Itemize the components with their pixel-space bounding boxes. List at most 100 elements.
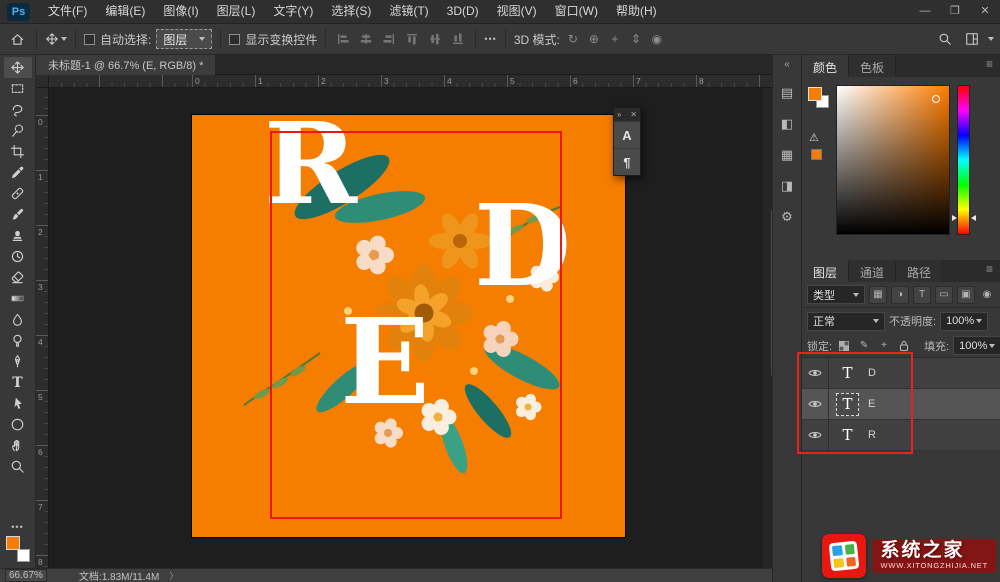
lock-image-pixels-icon[interactable]: ✎ xyxy=(856,338,872,354)
edit-toolbar-icon[interactable]: ••• xyxy=(11,522,23,532)
saturation-brightness-picker[interactable] xyxy=(836,85,950,235)
workspace-switcher-icon[interactable] xyxy=(961,27,983,51)
crop-tool[interactable] xyxy=(4,141,32,162)
filter-smart-objects-icon[interactable]: ▣ xyxy=(957,286,975,304)
layer-name[interactable]: R xyxy=(868,429,876,441)
3d-orbit-icon[interactable]: ⊕ xyxy=(586,29,602,49)
layer-visibility-toggle[interactable] xyxy=(802,358,829,388)
auto-select-scope-dropdown[interactable]: 图层 xyxy=(156,29,212,49)
menu-item[interactable]: 窗口(W) xyxy=(546,0,607,23)
zoom-level-field[interactable]: 66.67% xyxy=(5,569,47,582)
horizontal-ruler[interactable]: 012345678 xyxy=(49,75,772,88)
filter-shape-layers-icon[interactable]: ▭ xyxy=(935,286,953,304)
foreground-color-swatch[interactable] xyxy=(6,536,20,550)
settings-icon[interactable]: ⚙ xyxy=(776,206,798,228)
color-picker-cursor[interactable] xyxy=(932,95,940,103)
3d-rotate-icon[interactable]: ↻ xyxy=(565,29,581,49)
menu-item[interactable]: 帮助(H) xyxy=(607,0,666,23)
hand-tool[interactable] xyxy=(4,435,32,456)
lasso-tool[interactable] xyxy=(4,99,32,120)
menu-item[interactable]: 文字(Y) xyxy=(264,0,322,23)
dodge-tool[interactable] xyxy=(4,330,32,351)
path-selection-tool[interactable] xyxy=(4,393,32,414)
gamut-warning-icon[interactable]: ⚠ xyxy=(809,133,819,144)
tab-channels[interactable]: 通道 xyxy=(849,260,896,282)
layer-row[interactable]: T R xyxy=(802,420,1000,451)
blend-mode-dropdown[interactable]: 正常 xyxy=(807,312,885,331)
3d-pan-icon[interactable]: + xyxy=(607,29,623,49)
status-expand-icon[interactable]: 〉 xyxy=(169,569,178,582)
background-color-swatch[interactable] xyxy=(17,549,30,562)
hue-slider-marker-right[interactable] xyxy=(971,215,976,221)
layer-visibility-toggle[interactable] xyxy=(802,389,829,419)
adjustments-panel-icon[interactable]: ◧ xyxy=(776,113,798,135)
expand-dock-icon[interactable]: « xyxy=(784,59,790,73)
minimize-button[interactable]: — xyxy=(910,0,940,23)
ruler-origin-corner[interactable] xyxy=(36,75,49,88)
zoom-tool[interactable] xyxy=(4,456,32,477)
align-right-icon[interactable] xyxy=(380,29,398,49)
blur-tool[interactable] xyxy=(4,309,32,330)
tab-paths[interactable]: 路径 xyxy=(896,260,943,282)
panel-menu-icon[interactable]: ≡ xyxy=(979,55,1000,77)
document-size-info[interactable]: 文档:1.83M/11.4M xyxy=(79,568,159,582)
spot-healing-brush-tool[interactable] xyxy=(4,183,32,204)
properties-panel-icon[interactable]: ▤ xyxy=(776,82,798,104)
auto-select-checkbox[interactable] xyxy=(84,34,95,45)
hue-slider[interactable] xyxy=(957,85,970,235)
move-tool-preset-icon[interactable] xyxy=(45,27,67,51)
expand-panel-icon[interactable]: » xyxy=(617,110,621,119)
layer-visibility-toggle[interactable] xyxy=(802,420,829,450)
filter-type-layers-icon[interactable]: T xyxy=(913,286,931,304)
filter-adjustment-layers-icon[interactable]: ◑ xyxy=(891,286,909,304)
foreground-color-swatch[interactable] xyxy=(808,87,822,101)
menu-item[interactable]: 滤镜(T) xyxy=(380,0,437,23)
layer-name[interactable]: D xyxy=(868,367,876,379)
3d-target-icon[interactable]: ◉ xyxy=(649,29,665,49)
menu-item[interactable]: 文件(F) xyxy=(39,0,96,23)
lock-transparent-pixels-icon[interactable] xyxy=(836,338,852,354)
canvas[interactable]: R D E xyxy=(192,115,625,537)
libraries-panel-icon[interactable]: ▦ xyxy=(776,144,798,166)
close-panel-icon[interactable]: ✕ xyxy=(630,110,637,119)
align-left-icon[interactable] xyxy=(334,29,352,49)
marquee-tool[interactable] xyxy=(4,78,32,99)
layer-row[interactable]: T E xyxy=(802,389,1000,420)
opacity-dropdown[interactable]: 100% xyxy=(940,312,988,331)
shape-tool[interactable] xyxy=(4,414,32,435)
more-align-options-icon[interactable]: ••• xyxy=(484,34,496,44)
align-top-icon[interactable] xyxy=(403,29,421,49)
menu-item[interactable]: 选择(S) xyxy=(322,0,380,23)
vertical-ruler[interactable]: 012345678 xyxy=(36,88,49,568)
gradient-tool[interactable] xyxy=(4,288,32,309)
panel-menu-icon[interactable]: ≡ xyxy=(979,260,1000,282)
pen-tool[interactable] xyxy=(4,351,32,372)
align-middle-vertical-icon[interactable] xyxy=(426,29,444,49)
eraser-tool[interactable] xyxy=(4,267,32,288)
menu-item[interactable]: 3D(D) xyxy=(438,0,488,23)
type-tool[interactable]: T xyxy=(4,372,32,393)
lock-all-icon[interactable] xyxy=(896,338,912,354)
text-layer-thumbnail[interactable]: T xyxy=(836,393,859,416)
vertical-scrollbar[interactable] xyxy=(763,88,772,568)
align-center-horizontal-icon[interactable] xyxy=(357,29,375,49)
fill-dropdown[interactable]: 100% xyxy=(953,336,1000,355)
clone-stamp-tool[interactable] xyxy=(4,225,32,246)
menu-item[interactable]: 图层(L) xyxy=(208,0,265,23)
layer-name[interactable]: E xyxy=(868,398,875,410)
eyedropper-tool[interactable] xyxy=(4,162,32,183)
text-layer-thumbnail[interactable]: T xyxy=(836,424,859,447)
menu-item[interactable]: 编辑(E) xyxy=(96,0,154,23)
history-brush-tool[interactable] xyxy=(4,246,32,267)
layer-filter-type-dropdown[interactable]: 类型 xyxy=(807,285,865,304)
brush-tool[interactable] xyxy=(4,204,32,225)
chevron-down-icon[interactable] xyxy=(988,37,994,41)
hue-slider-marker-left[interactable] xyxy=(952,215,957,221)
filter-toggle-icon[interactable]: ◉ xyxy=(979,287,995,303)
layer-row[interactable]: T D xyxy=(802,358,1000,389)
quick-selection-tool[interactable] xyxy=(4,120,32,141)
document-tab[interactable]: 未标题-1 @ 66.7% (E, RGB/8) * xyxy=(36,55,215,75)
maximize-button[interactable]: ❐ xyxy=(940,0,970,23)
menu-item[interactable]: 图像(I) xyxy=(154,0,207,23)
text-layer-thumbnail[interactable]: T xyxy=(836,362,859,385)
